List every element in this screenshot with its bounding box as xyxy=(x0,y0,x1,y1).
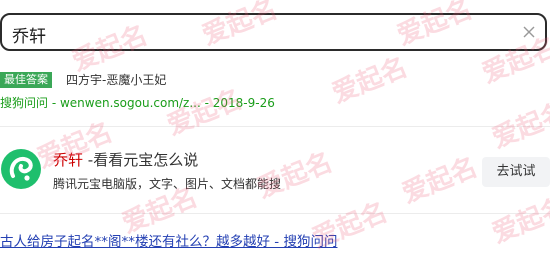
divider xyxy=(0,126,550,127)
try-button[interactable]: 去试试 xyxy=(482,157,550,187)
source-name[interactable]: 搜狗问问 xyxy=(0,96,48,110)
card-title-rest[interactable]: -看看元宝怎么说 xyxy=(83,151,198,169)
card-title-keyword[interactable]: 乔轩 xyxy=(53,151,83,169)
watermark: 爱起名 xyxy=(398,152,482,210)
watermark: 爱起名 xyxy=(253,147,337,205)
best-answer-text[interactable]: 四方宇-恶魔小王妃 xyxy=(66,72,166,88)
source-date: 2018-9-26 xyxy=(212,96,275,110)
card-description: 腾讯元宝电脑版，文字、图片、文档都能搜 xyxy=(53,177,282,191)
yuanbao-logo-icon[interactable] xyxy=(0,148,42,190)
card-title[interactable]: 乔轩 -看看元宝怎么说 xyxy=(53,150,198,170)
source-url[interactable]: wenwen.sogou.com/z... xyxy=(60,96,201,110)
search-box[interactable]: 乔轩 xyxy=(0,13,547,51)
search-input[interactable]: 乔轩 xyxy=(12,22,46,47)
result-link[interactable]: 古人给房子起名**阁**楼还有社么？越多越好 - 搜狗问问 xyxy=(0,232,337,252)
best-answer-badge: 最佳答案 xyxy=(0,72,52,88)
watermark: 爱起名 xyxy=(488,97,550,155)
watermark: 爱起名 xyxy=(488,192,550,250)
date-separator: - xyxy=(200,96,213,110)
divider xyxy=(0,213,550,214)
answer-source[interactable]: 搜狗问问 - wenwen.sogou.com/z... - 2018-9-26 xyxy=(0,95,275,111)
source-separator: - xyxy=(48,96,60,110)
watermark: 爱起名 xyxy=(328,52,412,110)
close-icon[interactable] xyxy=(519,22,539,42)
